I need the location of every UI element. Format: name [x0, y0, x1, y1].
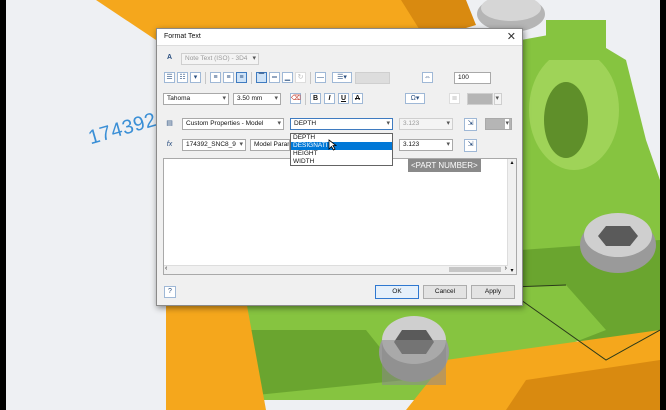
source-type-value: Custom Properties - Model: [186, 120, 264, 127]
stretch-percent-value: 100: [458, 74, 469, 81]
dropdown-item-width[interactable]: WIDTH: [291, 158, 392, 166]
rotate-text-icon: ↻: [295, 72, 306, 83]
model-file-select[interactable]: 174392_SNC8_9 ▾: [182, 139, 246, 151]
vertical-scrollbar[interactable]: ▴ ▾: [507, 159, 516, 274]
color-swatch[interactable]: [467, 93, 493, 105]
ok-button[interactable]: OK: [375, 285, 419, 299]
align-right-icon[interactable]: ≡: [236, 72, 247, 83]
valign-bottom-icon[interactable]: ▁: [282, 72, 293, 83]
toolbar-separator: [310, 72, 311, 84]
stretch-icon: ⇔: [422, 72, 433, 83]
chevron-down-icon: ▾: [239, 141, 243, 148]
numbered-list-icon[interactable]: ☷: [177, 72, 188, 83]
chevron-down-icon: ▾: [446, 141, 450, 148]
stack-icon: ≣: [449, 93, 460, 104]
dialog-title: Format Text: [164, 33, 201, 40]
add-parameter-icon[interactable]: ⇲: [464, 118, 477, 131]
special-chars-button[interactable]: Ω▾: [405, 93, 425, 104]
cancel-button[interactable]: Cancel: [423, 285, 467, 299]
bold-button[interactable]: B: [310, 93, 321, 104]
format-text-dialog: Format Text ✕ A Note Text (ISO) - 3D4 ▾ ☰…: [156, 28, 523, 306]
scroll-right-icon[interactable]: ›: [505, 265, 507, 272]
close-icon[interactable]: ✕: [507, 30, 516, 43]
bullet-list-icon[interactable]: ☰: [164, 72, 175, 83]
source-type-select[interactable]: Custom Properties - Model ▾: [182, 118, 284, 130]
strikethrough-button[interactable]: A: [352, 93, 363, 104]
arrow-format-select[interactable]: ▾: [485, 118, 512, 130]
align-left-icon[interactable]: ≡: [210, 72, 221, 83]
precision-value-1: 3.123: [403, 120, 420, 127]
text-style-value: Note Text (ISO) - 3D4: [185, 55, 248, 62]
insert-parameter-icon[interactable]: ⇲: [464, 139, 477, 152]
mouse-cursor-icon: [328, 139, 337, 151]
toolbar-separator: [205, 72, 206, 84]
scroll-down-icon[interactable]: ▾: [508, 267, 516, 274]
align-center-icon[interactable]: ≡: [223, 72, 234, 83]
font-size-value: 3.50 mm: [237, 95, 263, 102]
apply-button[interactable]: Apply: [471, 285, 515, 299]
precision-value-2: 3.123: [403, 141, 420, 148]
toolbar-separator: [251, 72, 252, 84]
font-value: Tahoma: [167, 95, 191, 102]
underline-button[interactable]: U: [338, 93, 349, 104]
spacing-value: [355, 72, 390, 84]
horizontal-scrollbar[interactable]: ‹ ›: [164, 265, 508, 274]
parameter-type-value: Model Parame: [254, 141, 289, 148]
stretch-percent-input[interactable]: 100: [454, 72, 491, 84]
precision-select-1: 3.123 ▾: [399, 118, 453, 130]
valign-middle-icon[interactable]: ═: [269, 72, 280, 83]
chevron-down-icon: ▾: [495, 95, 499, 102]
text-editor[interactable]: ▴ ▾ ‹ ›: [163, 158, 517, 275]
color-dropdown[interactable]: ▾: [494, 93, 502, 105]
property-select[interactable]: DEPTH ▾: [290, 118, 393, 130]
omega-icon: Ω: [410, 95, 416, 102]
text-style-icon: A: [166, 54, 173, 61]
chevron-down-icon: ▾: [386, 120, 390, 127]
property-value: DEPTH: [294, 120, 317, 127]
font-size-select[interactable]: 3.50 mm ▾: [233, 93, 281, 105]
spacing-dropdown-icon[interactable]: ☰▾: [332, 72, 352, 83]
text-style-select: Note Text (ISO) - 3D4 ▾: [181, 53, 259, 65]
chevron-down-icon: ▾: [446, 120, 450, 127]
property-dropdown-list[interactable]: DEPTH DESIGNATI HEIGHT WIDTH: [290, 133, 393, 166]
document-icon: ▤: [166, 120, 173, 127]
chevron-down-icon: ▾: [277, 120, 281, 127]
chevron-down-icon: ▾: [222, 95, 226, 102]
line-spacing-icon[interactable]: —: [315, 72, 326, 83]
scroll-thumb[interactable]: [449, 267, 501, 272]
toolbar-separator: [305, 93, 306, 105]
parameter-type-select[interactable]: Model Parame: [250, 139, 290, 151]
precision-select-2[interactable]: 3.123 ▾: [399, 139, 453, 151]
dialog-titlebar: Format Text ✕: [157, 29, 522, 46]
function-icon: fx: [166, 141, 173, 148]
dropdown-item-designation[interactable]: DESIGNATI: [291, 142, 392, 150]
help-icon[interactable]: ?: [164, 286, 176, 298]
dropdown-item-depth[interactable]: DEPTH: [291, 134, 392, 142]
italic-button[interactable]: I: [324, 93, 335, 104]
font-select[interactable]: Tahoma ▾: [163, 93, 229, 105]
chevron-down-icon: ▾: [252, 55, 256, 62]
chevron-down-icon: ▾: [505, 119, 509, 129]
list-dropdown-icon[interactable]: ▾: [190, 72, 201, 83]
scroll-up-icon[interactable]: ▴: [508, 159, 516, 166]
dropdown-item-height[interactable]: HEIGHT: [291, 150, 392, 158]
clear-format-icon[interactable]: ⌫: [290, 93, 301, 104]
valign-top-icon[interactable]: ▔: [256, 72, 267, 83]
part-number-preview: <PART NUMBER>: [408, 159, 481, 172]
chevron-down-icon: ▾: [274, 95, 278, 102]
scroll-left-icon[interactable]: ‹: [165, 265, 167, 272]
model-file-value: 174392_SNC8_9: [186, 141, 236, 148]
